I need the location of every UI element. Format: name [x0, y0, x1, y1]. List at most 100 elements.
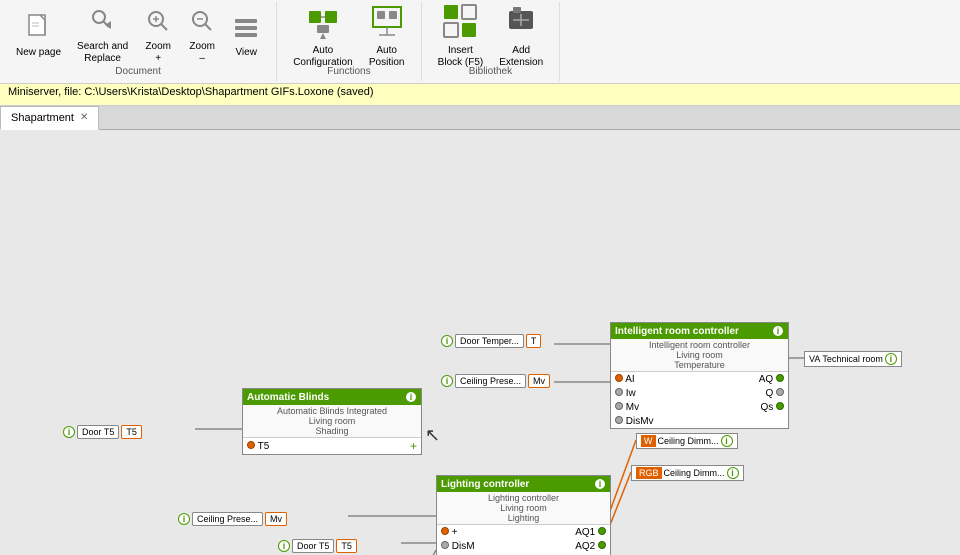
va-technical-label: Technical room	[822, 354, 883, 364]
lighting-row-dism: DisM AQ2	[437, 539, 610, 553]
automatic-blinds-add-icon[interactable]: +	[410, 439, 417, 453]
toolbar-group-functions: AutoConfiguration AutoPos	[277, 2, 421, 81]
toolbar-group-bibliothek: InsertBlock (F5) AddExtension	[422, 2, 560, 81]
zoom-out-button[interactable]: Zoom–	[180, 6, 224, 66]
tab-label: Shapartment	[11, 112, 74, 124]
lighting-controller-subline1: Lighting controller	[441, 493, 606, 503]
intelligent-room-input-mv: Mv	[615, 402, 639, 413]
intelligent-room-row-iw: Iw Q	[611, 386, 788, 400]
search-replace-button[interactable]: Search andReplace	[69, 6, 136, 66]
intelligent-room-row-mv: Mv Qs	[611, 400, 788, 414]
w-ceiling-dimm-label: Ceiling Dimm...	[658, 436, 719, 446]
lighting-output-aq2: AQ2	[575, 541, 606, 552]
intelligent-room-row-dismv: DisMv	[611, 414, 788, 428]
ceiling-prese-2-pill: Ceiling Prese...	[192, 512, 263, 526]
automatic-blinds-row-t5: T5 +	[243, 438, 421, 454]
zoom-out-label: Zoom–	[189, 41, 215, 65]
intelligent-room-subline1: Intelligent room controller	[615, 340, 784, 350]
document-group-label: Document	[8, 66, 268, 77]
auto-configuration-icon	[305, 3, 341, 43]
rgb-ceiling-dimm-label: Ceiling Dimm...	[664, 468, 725, 478]
tabbar: Shapartment ✕	[0, 106, 960, 130]
insert-block-button[interactable]: InsertBlock (F5)	[430, 6, 492, 66]
intelligent-room-subline2: Living room	[615, 350, 784, 360]
zoom-in-button[interactable]: Zoom+	[136, 6, 180, 66]
door-t5-node[interactable]: i Door T5 T5	[63, 425, 142, 439]
rgb-ceiling-dimm-info-icon: i	[727, 467, 739, 479]
intelligent-room-output-qs: Qs	[760, 402, 784, 413]
w-ceiling-dimm-node[interactable]: W Ceiling Dimm... i	[636, 433, 738, 449]
lighting-controller-subline3: Lighting	[441, 513, 606, 523]
lighting-controller-block[interactable]: Lighting controller i Lighting controlle…	[436, 475, 611, 555]
cursor: ↖	[425, 425, 440, 446]
va-technical-node[interactable]: VA Technical room i	[804, 351, 902, 367]
canvas: ↖ Intelligent room controller i Intellig…	[0, 130, 960, 555]
door-temper-port: T	[526, 334, 542, 348]
intelligent-room-output-q: Q	[765, 388, 784, 399]
tab-shapartment[interactable]: Shapartment ✕	[0, 106, 99, 130]
app-container: New page Search andReplace	[0, 0, 960, 555]
zoom-in-icon	[144, 7, 172, 39]
view-icon	[232, 13, 260, 45]
new-page-button[interactable]: New page	[8, 6, 69, 66]
statusbar-text: Miniserver, file: C:\Users\Krista\Deskto…	[8, 86, 374, 98]
ceiling-prese-2-info-icon: i	[178, 513, 190, 525]
door-t5-2-node[interactable]: i Door T5 T5	[278, 539, 357, 553]
door-t5-2-port: T5	[336, 539, 357, 553]
lighting-controller-info-icon[interactable]: i	[594, 478, 606, 490]
intelligent-room-info-icon[interactable]: i	[772, 325, 784, 337]
zoom-out-icon	[188, 7, 216, 39]
automatic-blinds-block[interactable]: Automatic Blinds i Automatic Blinds Inte…	[242, 388, 422, 455]
intelligent-room-subheader: Intelligent room controller Living room …	[611, 339, 788, 372]
lighting-input-dism: DisM	[441, 541, 475, 552]
ceiling-prese-1-node[interactable]: i Ceiling Prese... Mv	[441, 374, 550, 388]
door-t5-info-icon: i	[63, 426, 75, 438]
door-t5-port: T5	[121, 425, 142, 439]
door-temper-node[interactable]: i Door Temper... T	[441, 334, 541, 348]
door-t5-2-info-icon: i	[278, 540, 290, 552]
ceiling-prese-1-port: Mv	[528, 374, 550, 388]
add-extension-button[interactable]: AddExtension	[491, 6, 551, 66]
intelligent-room-row-ai: AI AQ	[611, 372, 788, 386]
lighting-output-aq1: AQ1	[575, 527, 606, 538]
ceiling-prese-2-port: Mv	[265, 512, 287, 526]
view-label: View	[235, 47, 257, 59]
rgb-ceiling-dimm-node[interactable]: RGB Ceiling Dimm... i	[631, 465, 744, 481]
lighting-controller-subheader: Lighting controller Living room Lighting	[437, 492, 610, 525]
lighting-controller-subline2: Living room	[441, 503, 606, 513]
intelligent-room-block[interactable]: Intelligent room controller i Intelligen…	[610, 322, 789, 429]
search-replace-label: Search andReplace	[77, 41, 128, 65]
door-temper-info-icon: i	[441, 335, 453, 347]
w-port: W	[641, 435, 656, 447]
intelligent-room-input-iw: Iw	[615, 388, 636, 399]
automatic-blinds-info-icon[interactable]: i	[405, 391, 417, 403]
va-port: VA	[809, 354, 820, 364]
w-ceiling-dimm-info-icon: i	[721, 435, 733, 447]
lighting-row-plus: + AQ1	[437, 525, 610, 539]
toolbar: New page Search andReplace	[0, 0, 960, 84]
automatic-blinds-input-t5: T5	[247, 441, 269, 452]
lighting-controller-header: Lighting controller i	[437, 476, 610, 492]
tab-close-icon[interactable]: ✕	[80, 112, 88, 123]
ceiling-prese-1-pill: Ceiling Prese...	[455, 374, 526, 388]
functions-group-label: Functions	[285, 66, 412, 77]
view-button[interactable]: View	[224, 6, 268, 66]
intelligent-room-title: Intelligent room controller	[615, 326, 739, 337]
intelligent-room-subline3: Temperature	[615, 360, 784, 370]
door-t5-pill: Door T5	[77, 425, 119, 439]
automatic-blinds-subline3: Shading	[247, 426, 417, 436]
intelligent-room-input-dismv: DisMv	[615, 416, 654, 427]
toolbar-group-document: New page Search andReplace	[0, 2, 277, 81]
auto-configuration-button[interactable]: AutoConfiguration	[285, 6, 360, 66]
auto-position-button[interactable]: AutoPosition	[361, 6, 413, 66]
automatic-blinds-subheader: Automatic Blinds Integrated Living room …	[243, 405, 421, 438]
search-replace-icon	[89, 7, 117, 39]
zoom-in-label: Zoom+	[145, 41, 171, 65]
lighting-controller-title: Lighting controller	[441, 479, 529, 490]
automatic-blinds-header: Automatic Blinds i	[243, 389, 421, 405]
door-temper-pill: Door Temper...	[455, 334, 524, 348]
auto-position-icon	[369, 3, 405, 43]
ceiling-prese-2-node[interactable]: i Ceiling Prese... Mv	[178, 512, 287, 526]
statusbar: Miniserver, file: C:\Users\Krista\Deskto…	[0, 84, 960, 106]
intelligent-room-output-aq: AQ	[759, 374, 784, 385]
